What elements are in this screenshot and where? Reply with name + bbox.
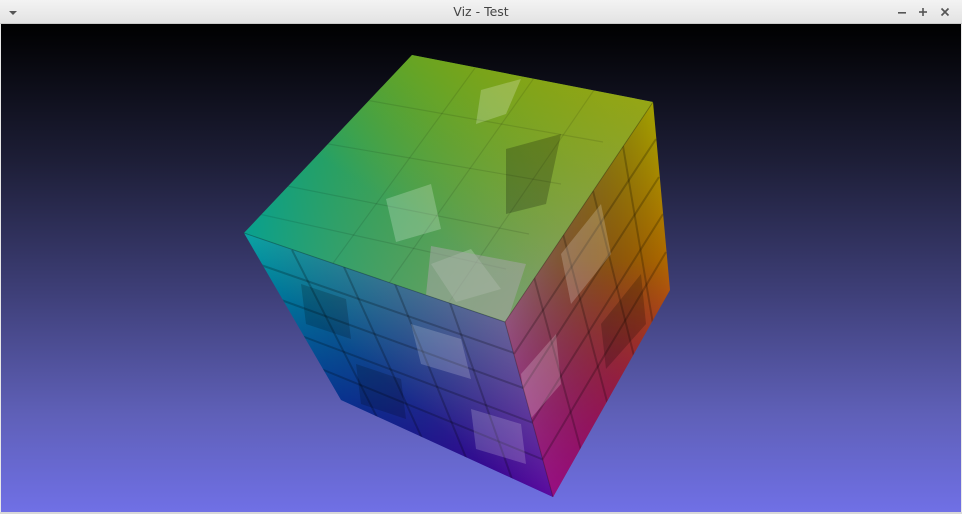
title-bar[interactable]: Viz - Test [0,0,962,24]
viz-window: Viz - Test [0,0,962,514]
rgb-cube-render[interactable] [1,24,961,513]
3d-viewport[interactable] [1,24,961,513]
close-icon[interactable] [937,4,953,20]
maximize-icon[interactable] [915,4,931,20]
window-title: Viz - Test [453,4,509,19]
minimize-icon[interactable] [894,4,910,20]
